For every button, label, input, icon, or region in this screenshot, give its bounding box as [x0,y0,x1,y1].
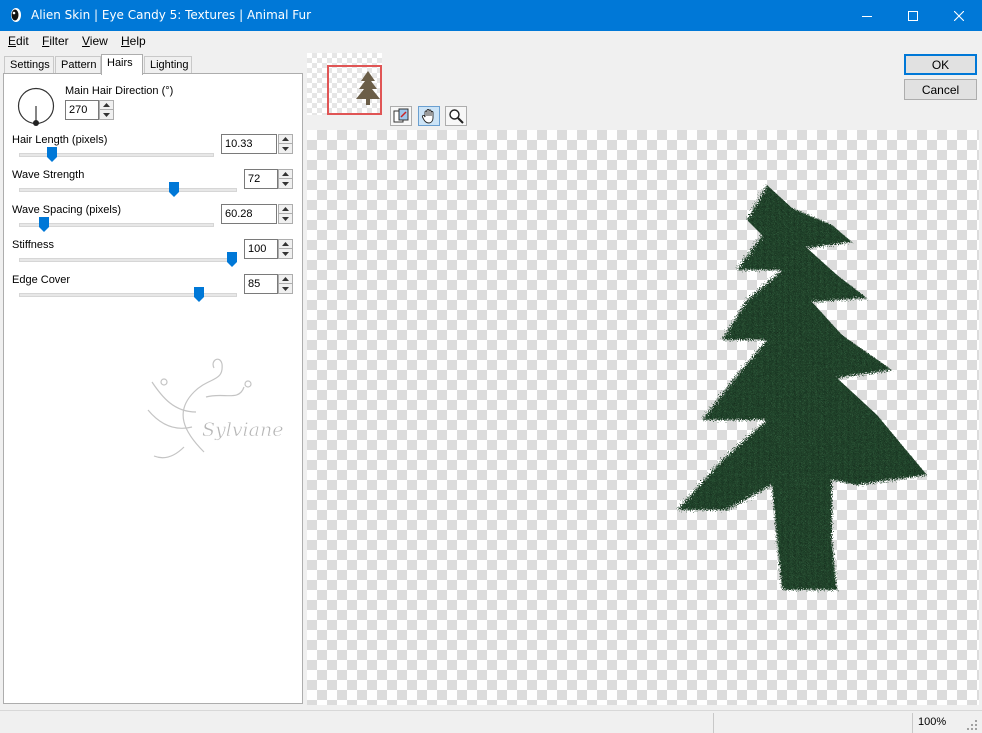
status-bar: 100% [0,710,982,733]
wave-strength-track[interactable] [19,188,237,192]
zoom-level: 100% [918,716,947,728]
stiffness-slider-thumb[interactable] [227,252,237,267]
minimize-icon [862,15,872,17]
spin-down-icon[interactable] [279,179,292,188]
menu-bar: Edit Filter View Help [0,31,982,51]
menu-help[interactable]: Help [121,34,146,48]
spin-down-icon[interactable] [279,284,292,293]
title-bar: Alien Skin | Eye Candy 5: Textures | Ani… [0,0,982,31]
close-icon [954,10,964,21]
edge-cover-label: Edge Cover [12,274,71,286]
spin-up-icon[interactable] [279,240,292,249]
spin-up-icon[interactable] [279,170,292,179]
signature-text: Sylviane [202,419,283,441]
spin-down-icon[interactable] [279,214,292,223]
stiffness-spinner[interactable] [278,239,293,259]
wave-spacing-input[interactable]: 60.28 [221,204,277,224]
tab-pattern[interactable]: Pattern [55,56,101,74]
menu-filter[interactable]: Filter [42,34,69,48]
wave-spacing-spinner[interactable] [278,204,293,224]
menu-view[interactable]: View [82,34,108,48]
status-cell-message [713,713,913,733]
alien-skin-app-icon[interactable] [8,7,24,23]
close-button[interactable] [936,0,982,31]
spin-up-icon[interactable] [279,275,292,284]
edge-cover-spinner[interactable] [278,274,293,294]
minimize-button[interactable] [844,0,890,31]
spin-down-icon[interactable] [100,110,113,119]
stiffness-input[interactable]: 100 [244,239,278,259]
tab-settings[interactable]: Settings [4,56,54,74]
direction-label: Main Hair Direction (°) [65,85,174,97]
hair-length-input[interactable]: 10.33 [221,134,277,154]
zoom-magnifier-icon [449,109,464,124]
hairs-panel: Main Hair Direction (°) 270 Hair Length … [3,73,303,704]
spin-down-icon[interactable] [279,144,292,153]
stiffness-label: Stiffness [12,239,54,251]
wave-spacing-label: Wave Spacing (pixels) [12,204,122,216]
spin-up-icon[interactable] [279,135,292,144]
edge-cover-slider-thumb[interactable] [193,287,204,302]
maximize-button[interactable] [890,0,936,31]
edge-cover-input[interactable]: 85 [244,274,278,294]
wave-strength-slider-thumb[interactable] [168,182,179,197]
preview-canvas[interactable] [307,130,979,705]
hand-pan-button[interactable] [418,106,440,126]
navigator-view-frame[interactable] [327,65,382,115]
direction-spinner[interactable] [99,100,114,120]
hair-length-slider-thumb[interactable] [46,147,57,162]
direction-input[interactable]: 270 [65,100,99,120]
zoom-button[interactable] [445,106,467,126]
fur-tree-preview [677,185,927,590]
spin-down-icon[interactable] [279,249,292,258]
window-title: Alien Skin | Eye Candy 5: Textures | Ani… [31,8,312,22]
spin-up-icon[interactable] [100,101,113,110]
tab-hairs[interactable]: Hairs [101,54,143,75]
cancel-button[interactable]: Cancel [904,79,977,100]
wave-spacing-slider-thumb[interactable] [39,217,50,232]
hand-pan-icon [421,109,434,124]
ok-button[interactable]: OK [904,54,977,75]
maximize-icon [908,10,918,21]
wave-strength-label: Wave Strength [12,169,85,181]
resize-grip-icon[interactable] [966,719,978,731]
compare-preview-button[interactable] [390,106,412,126]
hair-length-label: Hair Length (pixels) [12,134,108,146]
hair-length-spinner[interactable] [278,134,293,154]
tab-lighting[interactable]: Lighting [144,56,192,74]
menu-edit[interactable]: Edit [8,34,29,48]
hair-direction-dial[interactable] [17,86,57,130]
spin-up-icon[interactable] [279,205,292,214]
wave-strength-input[interactable]: 72 [244,169,278,189]
wave-strength-spinner[interactable] [278,169,293,189]
edge-cover-track[interactable] [19,293,237,297]
signature-watermark: Sylviane [147,358,284,459]
compare-preview-icon [393,108,409,123]
stiffness-track[interactable] [19,258,237,262]
